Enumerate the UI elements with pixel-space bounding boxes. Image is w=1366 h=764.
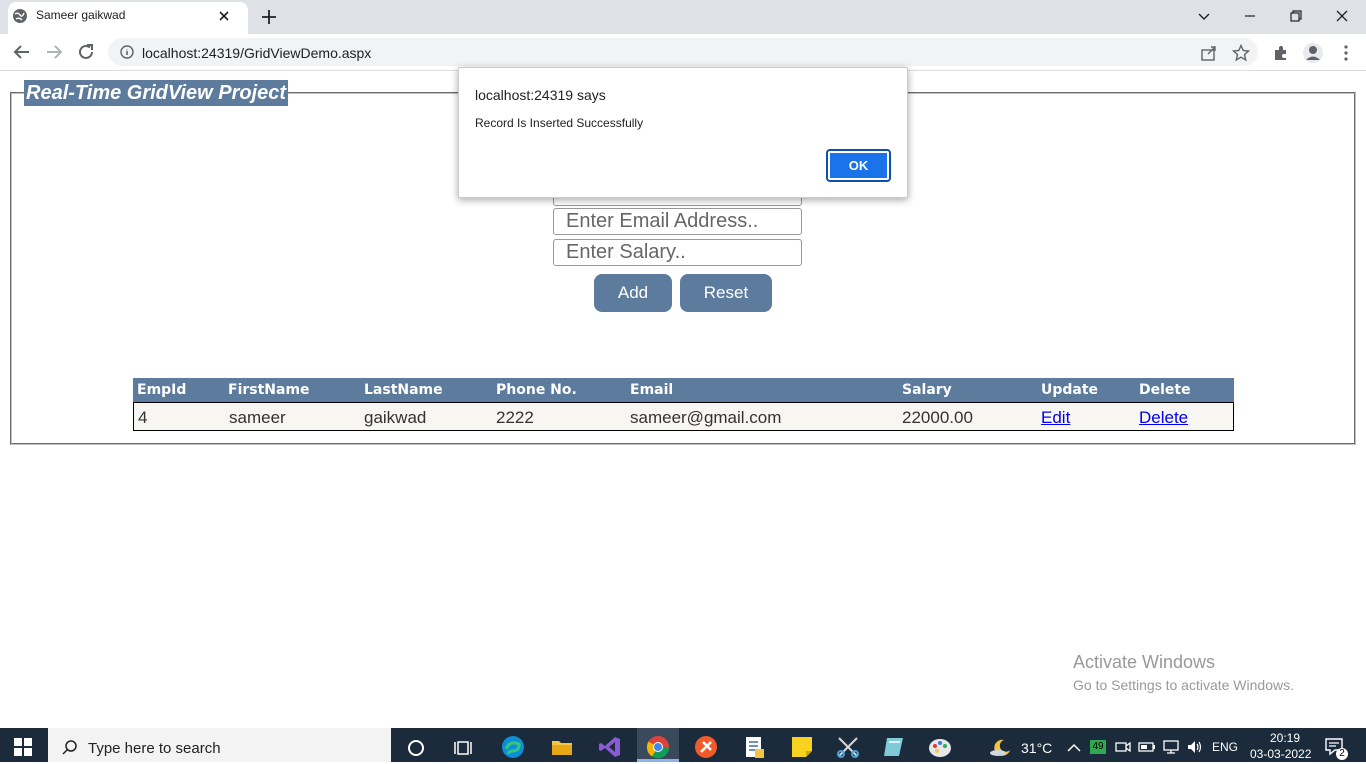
cell-phone: 2222	[496, 408, 534, 427]
chevron-up-icon[interactable]	[1064, 738, 1090, 764]
chrome-browser-icon[interactable]	[645, 734, 671, 760]
table-row: 4 sameer gaikwad 2222 sameer@gmail.com 2…	[133, 402, 1234, 431]
camera-meet-icon[interactable]	[1114, 738, 1140, 764]
battery-level-badge: 49	[1090, 740, 1106, 754]
url-text[interactable]: localhost:24319/GridViewDemo.aspx	[142, 45, 371, 61]
task-view-icon[interactable]	[451, 734, 477, 760]
volume-icon[interactable]	[1186, 738, 1212, 764]
dialog-message: Record Is Inserted Successfully	[475, 116, 644, 130]
dialog-ok-button[interactable]: OK	[826, 149, 891, 182]
reset-button[interactable]: Reset	[680, 274, 772, 312]
disk-app-icon[interactable]	[881, 734, 907, 760]
notepad-app-icon[interactable]	[741, 734, 767, 760]
grid-header-row: EmpId FirstName LastName Phone No. Email…	[133, 378, 1234, 402]
site-info-icon[interactable]	[120, 45, 134, 59]
add-button[interactable]: Add	[594, 274, 672, 312]
clock-time[interactable]: 20:19	[1263, 731, 1307, 745]
paint-app-icon[interactable]	[927, 734, 953, 760]
header-delete: Delete	[1139, 382, 1191, 398]
extensions-puzzle-icon[interactable]	[1272, 44, 1290, 62]
profile-avatar-icon[interactable]	[1302, 42, 1324, 64]
dialog-title: localhost:24319 says	[475, 87, 606, 103]
header-update: Update	[1041, 382, 1099, 398]
header-salary: Salary	[902, 382, 952, 398]
header-lastname: LastName	[364, 382, 443, 398]
cell-empid: 4	[138, 408, 148, 427]
restore-icon[interactable]	[1288, 8, 1304, 24]
globe-icon	[12, 8, 28, 24]
battery-icon[interactable]	[1138, 738, 1164, 764]
windows-start-icon[interactable]	[14, 738, 32, 756]
tab-title: Sameer gaikwad	[36, 8, 126, 22]
email-address-input[interactable]: Enter Email Address..	[553, 208, 802, 235]
kebab-menu-icon[interactable]	[1338, 44, 1354, 62]
share-icon[interactable]	[1200, 44, 1218, 62]
salary-input[interactable]: Enter Salary..	[553, 239, 802, 266]
header-empid: EmpId	[137, 382, 187, 398]
snipping-tool-icon[interactable]	[835, 734, 861, 760]
weather-temperature[interactable]: 31°C	[1021, 740, 1052, 756]
cell-firstname: sameer	[229, 408, 286, 427]
fieldset-legend: Real-Time GridView Project	[24, 80, 289, 106]
tab-search-chevron-icon[interactable]	[1196, 8, 1212, 24]
edge-browser-icon[interactable]	[500, 734, 526, 760]
minimize-icon[interactable]	[1242, 8, 1258, 24]
cell-email: sameer@gmail.com	[630, 408, 782, 427]
bookmark-star-icon[interactable]	[1232, 44, 1250, 62]
new-tab-icon[interactable]	[260, 8, 278, 26]
header-firstname: FirstName	[228, 382, 310, 398]
weather-moon-icon	[988, 734, 1014, 760]
edit-link[interactable]: Edit	[1041, 408, 1070, 428]
forward-arrow-icon[interactable]	[44, 42, 64, 62]
window-close-icon[interactable]	[1334, 8, 1350, 24]
cell-salary: 22000.00	[902, 408, 973, 427]
file-explorer-icon[interactable]	[549, 734, 575, 760]
network-icon[interactable]	[1162, 738, 1188, 764]
employee-gridview: EmpId FirstName LastName Phone No. Email…	[133, 378, 1234, 431]
cell-lastname: gaikwad	[364, 408, 427, 427]
taskbar-search-placeholder: Type here to search	[88, 740, 221, 757]
search-icon	[62, 739, 78, 755]
language-indicator[interactable]: ENG	[1212, 740, 1238, 754]
notification-count-badge: 2	[1336, 748, 1348, 760]
tools-app-icon[interactable]	[693, 734, 719, 760]
back-arrow-icon[interactable]	[12, 42, 32, 62]
visual-studio-icon[interactable]	[597, 734, 623, 760]
activate-windows-subtitle: Go to Settings to activate Windows.	[1073, 677, 1294, 693]
header-phone: Phone No.	[496, 382, 577, 398]
clock-date[interactable]: 03-03-2022	[1250, 747, 1311, 761]
delete-link[interactable]: Delete	[1139, 408, 1188, 428]
sticky-notes-icon[interactable]	[789, 734, 815, 760]
activate-windows-title: Activate Windows	[1073, 652, 1216, 672]
cortana-icon[interactable]	[403, 734, 429, 760]
close-tab-icon[interactable]	[216, 8, 232, 24]
header-email: Email	[630, 382, 674, 398]
reload-icon[interactable]	[76, 42, 96, 62]
